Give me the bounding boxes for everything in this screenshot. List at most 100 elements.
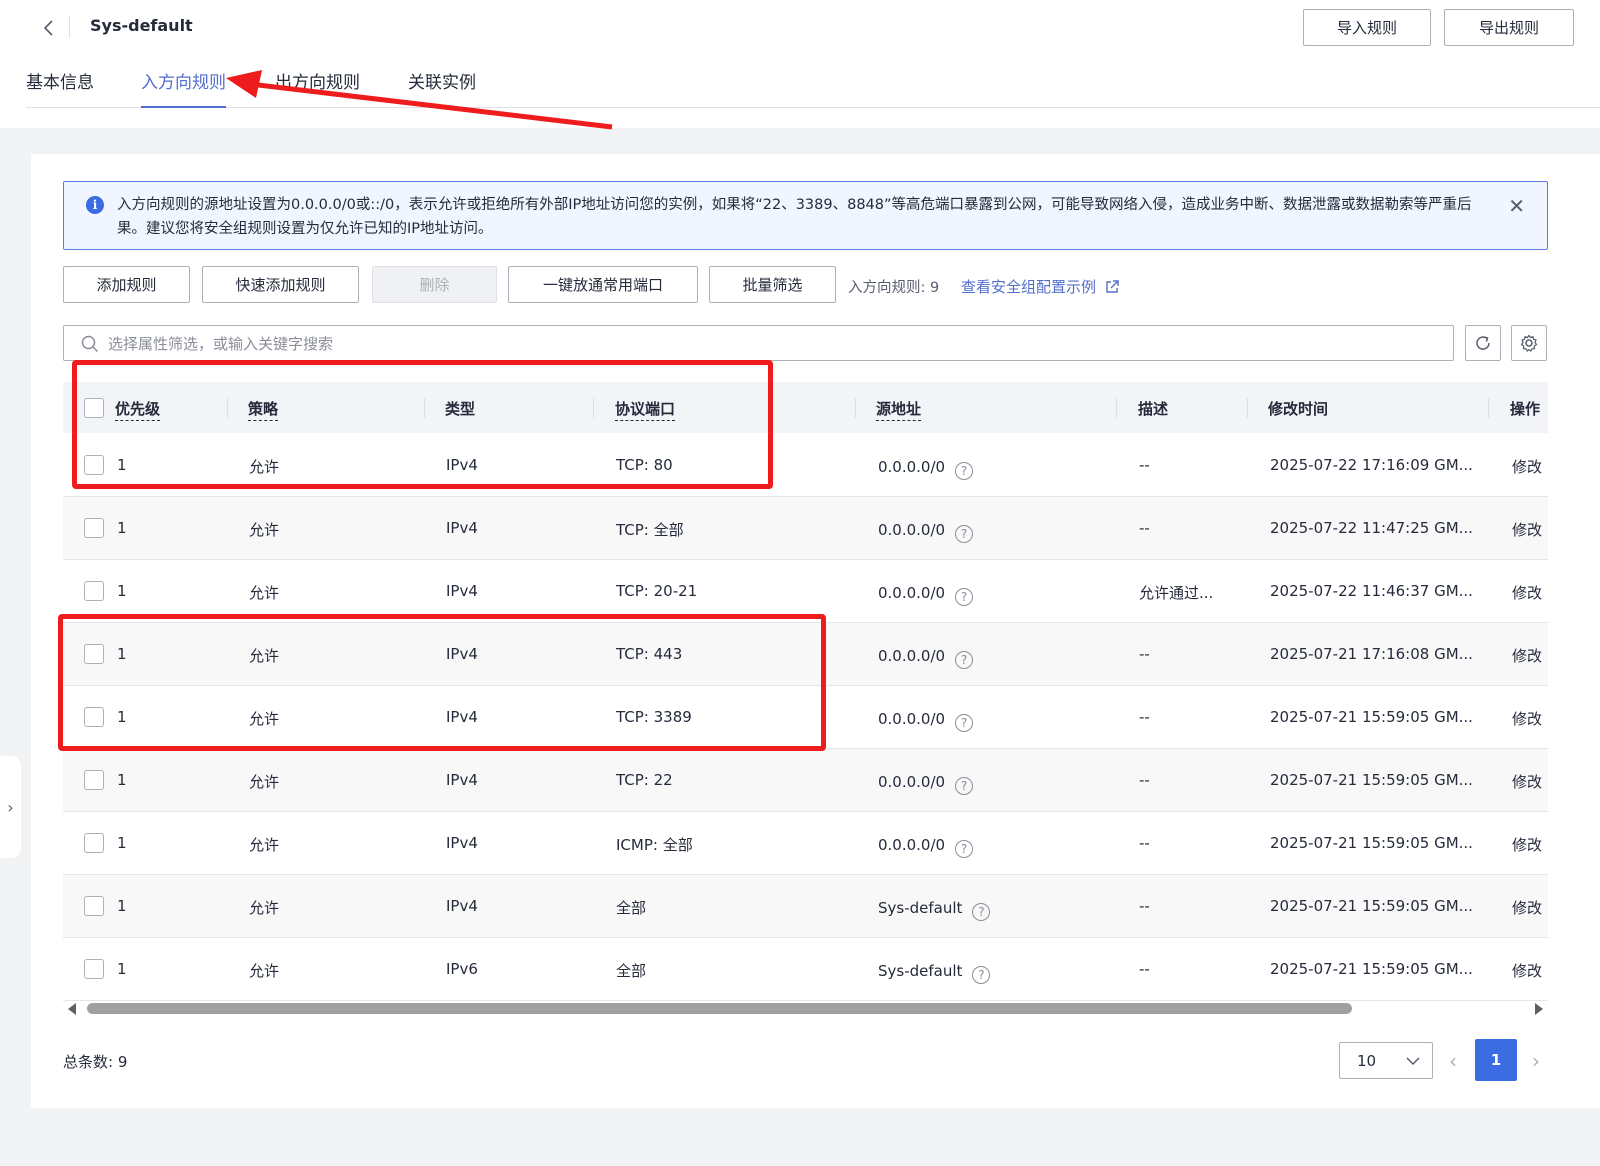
- back-chevron-icon[interactable]: [36, 14, 60, 42]
- cell-type: IPv4: [446, 708, 478, 726]
- scroll-right-icon[interactable]: [1535, 1003, 1543, 1015]
- alert-message: 入方向规则的源地址设置为0.0.0.0/0或::/0，表示允许或拒绝所有外部IP…: [117, 197, 1472, 237]
- tab-outbound-rules[interactable]: 出方向规则: [275, 68, 360, 108]
- tab-associated-instances[interactable]: 关联实例: [408, 68, 476, 108]
- row-checkbox[interactable]: [84, 644, 104, 664]
- help-icon[interactable]: ?: [972, 966, 991, 984]
- help-icon[interactable]: ?: [972, 903, 991, 921]
- rule-count: 入方向规则: 9: [848, 280, 940, 296]
- cell-policy: 允许: [249, 710, 280, 728]
- quick-add-rule-button[interactable]: 快速添加规则: [202, 266, 359, 303]
- row-checkbox[interactable]: [84, 896, 104, 916]
- row-checkbox[interactable]: [84, 770, 104, 790]
- row-checkbox[interactable]: [84, 581, 104, 601]
- row-checkbox[interactable]: [84, 707, 104, 727]
- row-checkbox[interactable]: [84, 833, 104, 853]
- header-bar: Sys-default 导入规则 导出规则 基本信息 入方向规则 出方向规则 关…: [0, 0, 1600, 128]
- help-icon[interactable]: ?: [955, 462, 974, 480]
- help-icon[interactable]: ?: [955, 651, 974, 669]
- col-protocol-port[interactable]: 协议端口: [615, 398, 676, 421]
- cell-policy: 允许: [249, 962, 280, 980]
- row-checkbox[interactable]: [84, 959, 104, 979]
- cell-modified-time: 2025-07-21 15:59:05 GM...: [1270, 771, 1473, 789]
- help-icon[interactable]: ?: [955, 840, 974, 858]
- next-page-icon[interactable]: ›: [1532, 1049, 1540, 1073]
- cell-protocol-port: TCP: 20-21: [616, 582, 698, 600]
- cell-protocol-port: TCP: 3389: [616, 708, 692, 726]
- table-row: 1 允许 IPv4 全部 Sys-default? -- 2025-07-21 15:59:…: [63, 875, 1548, 938]
- col-divider: [593, 398, 594, 418]
- settings-button[interactable]: [1511, 325, 1547, 361]
- table-row: 1 允许 IPv6 全部 Sys-default? -- 2025-07-21 15:59:…: [63, 938, 1548, 1001]
- chevron-down-icon: [1406, 1057, 1420, 1066]
- cell-protocol-port: ICMP: 全部: [616, 836, 693, 854]
- help-icon[interactable]: ?: [955, 525, 974, 543]
- cell-priority: 1: [117, 582, 127, 600]
- row-checkbox[interactable]: [84, 455, 104, 475]
- modify-link[interactable]: 修改: [1512, 519, 1542, 540]
- prev-page-icon[interactable]: ‹: [1449, 1049, 1457, 1073]
- horizontal-scrollbar[interactable]: [63, 999, 1548, 1019]
- side-expand-chevron-icon[interactable]: ›: [0, 756, 21, 858]
- page-size-select[interactable]: 10: [1339, 1042, 1433, 1079]
- cell-policy: 允许: [249, 521, 280, 539]
- cell-description: --: [1139, 645, 1150, 663]
- cell-protocol-port: 全部: [616, 962, 647, 980]
- cell-type: IPv4: [446, 897, 478, 915]
- modify-link[interactable]: 修改: [1512, 897, 1542, 918]
- add-rule-button[interactable]: 添加规则: [63, 266, 190, 303]
- help-icon[interactable]: ?: [955, 777, 974, 795]
- tab-inbound-rules[interactable]: 入方向规则: [141, 68, 226, 108]
- col-policy[interactable]: 策略: [248, 398, 279, 421]
- source-value[interactable]: Sys-default: [878, 962, 962, 980]
- source-value[interactable]: Sys-default: [878, 899, 962, 917]
- scroll-left-icon[interactable]: [68, 1003, 76, 1015]
- tab-basic-info[interactable]: 基本信息: [26, 68, 94, 108]
- select-all-checkbox[interactable]: [84, 398, 104, 418]
- close-icon[interactable]: ✕: [1508, 194, 1525, 218]
- source-value: 0.0.0.0/0: [878, 584, 946, 602]
- modify-link[interactable]: 修改: [1512, 456, 1542, 477]
- col-divider: [1247, 398, 1248, 418]
- open-common-ports-button[interactable]: 一键放通常用端口: [508, 266, 698, 303]
- cell-modified-time: 2025-07-21 15:59:05 GM...: [1270, 834, 1473, 852]
- current-page-button[interactable]: 1: [1475, 1039, 1517, 1081]
- cell-priority: 1: [117, 960, 127, 978]
- batch-filter-button[interactable]: 批量筛选: [709, 266, 836, 303]
- cell-source: Sys-default?: [878, 899, 991, 921]
- cell-priority: 1: [117, 897, 127, 915]
- modify-link[interactable]: 修改: [1512, 960, 1542, 981]
- help-icon[interactable]: ?: [955, 588, 974, 606]
- cell-source: 0.0.0.0/0?: [878, 584, 974, 606]
- col-priority[interactable]: 优先级: [115, 398, 161, 421]
- modify-link[interactable]: 修改: [1512, 834, 1542, 855]
- table-row: 1 允许 IPv4 TCP: 443 0.0.0.0/0? -- 2025-07-21 17…: [63, 623, 1548, 686]
- export-rules-button[interactable]: 导出规则: [1444, 9, 1574, 46]
- row-checkbox[interactable]: [84, 518, 104, 538]
- delete-button[interactable]: 删除: [372, 266, 497, 303]
- config-example-link-label: 查看安全组配置示例: [961, 278, 1097, 296]
- scrollbar-thumb[interactable]: [87, 1003, 1352, 1014]
- search-input[interactable]: [108, 332, 1408, 356]
- table-row: 1 允许 IPv4 TCP: 80 0.0.0.0/0? -- 2025-07-22 17:…: [63, 434, 1548, 497]
- modify-link[interactable]: 修改: [1512, 708, 1542, 729]
- config-example-link[interactable]: 查看安全组配置示例: [961, 276, 1120, 297]
- cell-description: --: [1139, 519, 1150, 537]
- modify-link[interactable]: 修改: [1512, 582, 1542, 603]
- table-row: 1 允许 IPv4 TCP: 3389 0.0.0.0/0? -- 2025-07-21 1…: [63, 686, 1548, 749]
- col-source[interactable]: 源地址: [876, 398, 922, 421]
- source-value: 0.0.0.0/0: [878, 521, 946, 539]
- help-icon[interactable]: ?: [955, 714, 974, 732]
- cell-modified-time: 2025-07-22 11:46:37 GM...: [1270, 582, 1473, 600]
- col-divider: [1116, 398, 1117, 418]
- import-rules-button[interactable]: 导入规则: [1303, 9, 1431, 46]
- tab-bar: 基本信息 入方向规则 出方向规则 关联实例: [26, 68, 1600, 108]
- cell-modified-time: 2025-07-22 11:47:25 GM...: [1270, 519, 1473, 537]
- cell-priority: 1: [117, 771, 127, 789]
- refresh-button[interactable]: [1465, 325, 1501, 361]
- cell-modified-time: 2025-07-21 15:59:05 GM...: [1270, 897, 1473, 915]
- modify-link[interactable]: 修改: [1512, 645, 1542, 666]
- cell-priority: 1: [117, 645, 127, 663]
- cell-protocol-port: 全部: [616, 899, 647, 917]
- modify-link[interactable]: 修改: [1512, 771, 1542, 792]
